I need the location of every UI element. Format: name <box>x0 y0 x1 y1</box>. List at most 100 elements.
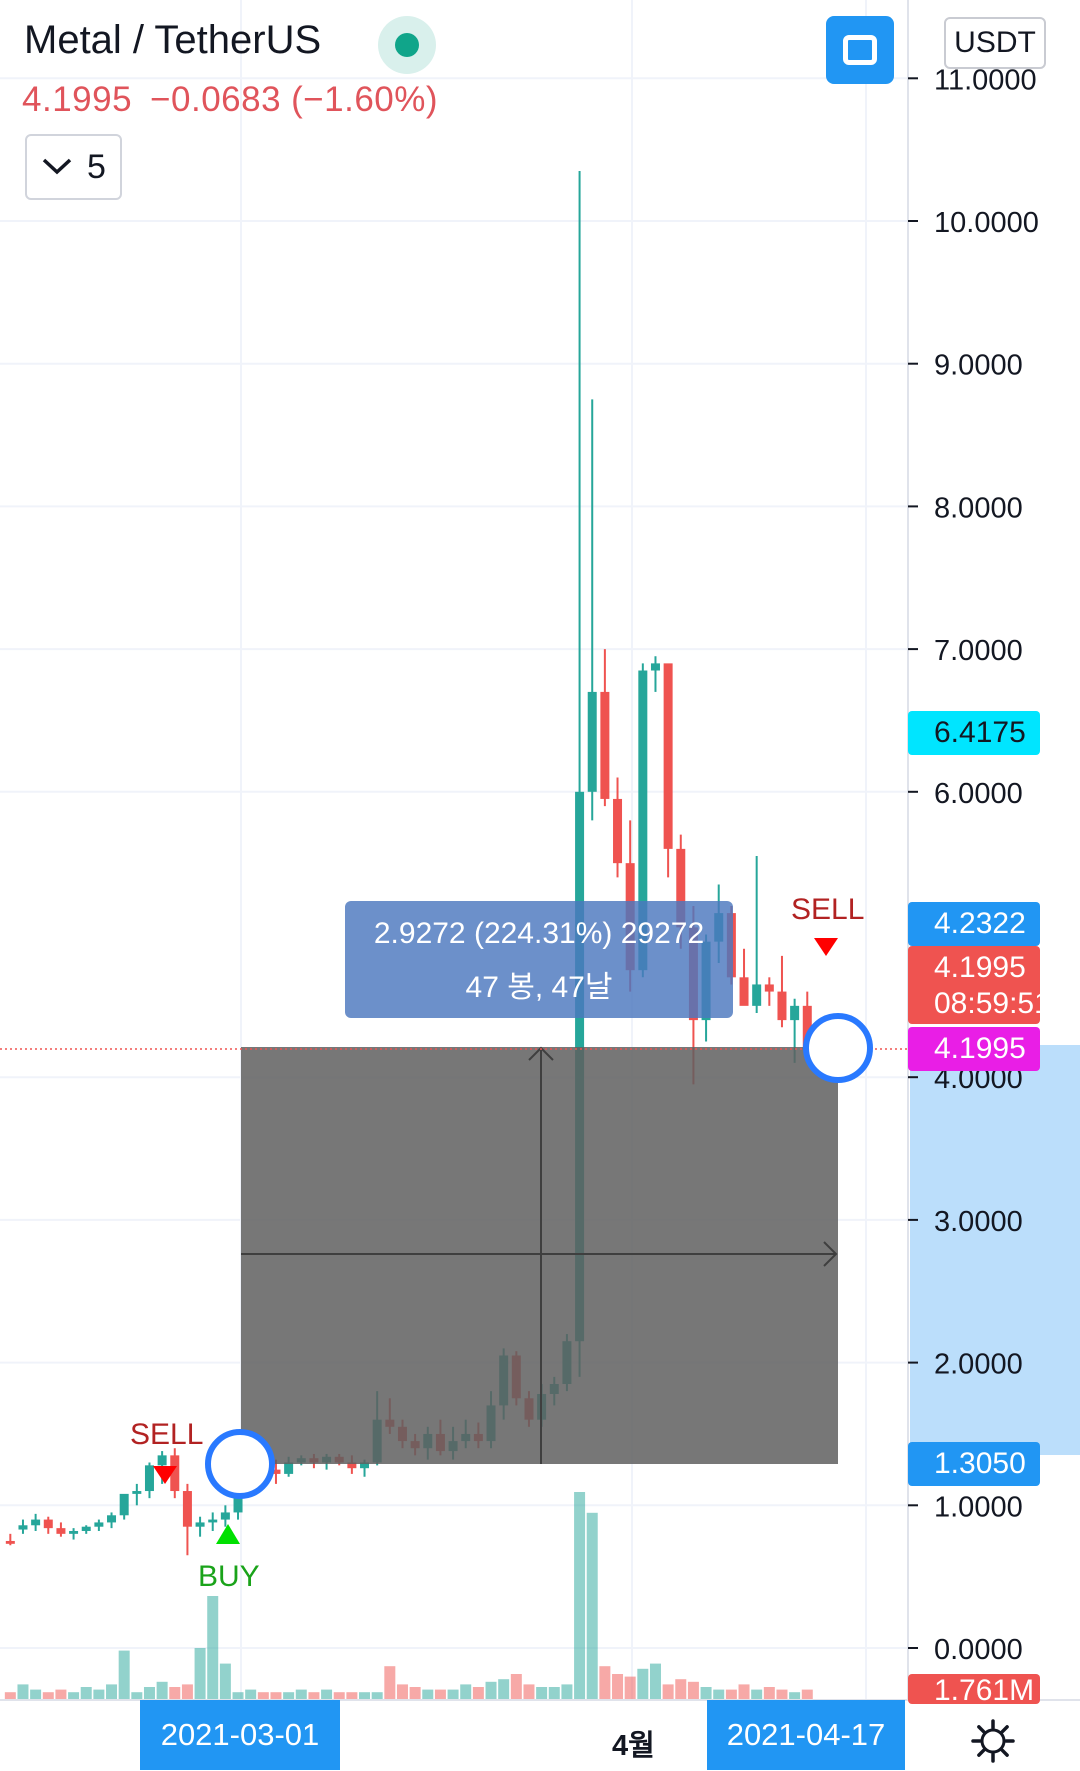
volume-bar <box>219 1663 231 1700</box>
volume-bar <box>257 1692 269 1700</box>
gear-icon[interactable] <box>970 1718 1016 1764</box>
volume-bar <box>371 1692 383 1700</box>
volume-bar <box>17 1684 29 1700</box>
volume-bar <box>308 1692 320 1700</box>
volume-tag: 1.761M <box>908 1674 1040 1704</box>
volume-bar <box>763 1687 775 1700</box>
volume-bar <box>460 1684 472 1700</box>
measure-delta: 2.9272 (224.31%) 29272 <box>373 917 705 950</box>
interval-value: 5 <box>87 147 106 186</box>
volume-bar <box>295 1689 307 1700</box>
sell-signal-label-2: SELL <box>791 893 865 926</box>
volume-bar <box>713 1689 725 1700</box>
volume-bar <box>536 1687 548 1700</box>
volume-bar <box>106 1684 118 1700</box>
price-tick-label: 10.0000 <box>934 207 1039 239</box>
volume-bar <box>422 1689 434 1700</box>
price-change-pct: (−1.60%) <box>291 80 439 119</box>
price-tick-label: 0.0000 <box>934 1634 1023 1666</box>
volume-bar <box>700 1687 712 1700</box>
volume-bar <box>409 1687 421 1700</box>
volume-bar <box>118 1650 130 1700</box>
sell-signal-label-1: SELL <box>130 1418 204 1451</box>
candle-body <box>94 1522 104 1527</box>
candle-body <box>208 1519 218 1523</box>
volume-bar <box>599 1666 611 1700</box>
volume-bar <box>586 1512 598 1700</box>
measure-box[interactable] <box>241 1047 838 1464</box>
volume-bar <box>384 1666 396 1700</box>
price-tick-label: 6.0000 <box>934 778 1023 810</box>
candle-body <box>56 1528 66 1534</box>
volume-bar <box>434 1689 446 1700</box>
candle-body <box>69 1530 79 1534</box>
candle-body <box>600 691 610 799</box>
measure-start-handle[interactable] <box>205 1429 275 1499</box>
candle-body <box>132 1491 142 1494</box>
volume-bar <box>472 1687 484 1700</box>
measure-end-handle[interactable] <box>803 1013 873 1083</box>
volume-bar <box>55 1689 67 1700</box>
candle-body <box>81 1526 91 1531</box>
price-tick-label: 7.0000 <box>934 635 1023 667</box>
price-tick-label: 1.0000 <box>934 1491 1023 1523</box>
volume-bar <box>725 1689 737 1700</box>
fullscreen-button[interactable] <box>826 16 894 84</box>
volume-bar <box>637 1668 649 1700</box>
volume-bar <box>346 1692 358 1700</box>
volume-bar <box>396 1684 408 1700</box>
selected-price-range <box>910 1045 1080 1455</box>
volume-bar <box>675 1679 687 1700</box>
candle-body <box>195 1522 205 1527</box>
candle-body <box>764 984 774 992</box>
volume-bar <box>624 1676 636 1700</box>
volume-bar <box>789 1692 801 1700</box>
price-tick-label: 9.0000 <box>934 350 1023 382</box>
interval-selector[interactable]: 5 <box>25 134 122 200</box>
measure-end-price-tag: 4.1995 <box>908 1027 1040 1071</box>
volume-bar <box>485 1681 497 1700</box>
volume-bar <box>574 1492 586 1700</box>
candle-body <box>790 1005 800 1021</box>
candle-body <box>739 977 749 1006</box>
time-axis-month-label: 4월 <box>612 1730 655 1762</box>
candle-body <box>182 1491 192 1527</box>
fullscreen-icon <box>843 35 877 65</box>
price-summary: 4.1995 −0.0683 (−1.60%) <box>22 80 456 120</box>
price-chart[interactable]: 11.0000 10.0000 9.0000 8.0000 7.0000 6.0000 4.… <box>0 0 1080 1771</box>
last-price-tag: 4.1995 08:59:51 <box>908 946 1051 1024</box>
price-tick-label: 8.0000 <box>934 492 1023 524</box>
volume-bar <box>498 1679 510 1700</box>
chevron-down-icon <box>41 152 73 183</box>
volume-bar <box>194 1648 206 1700</box>
volume-bar <box>42 1692 54 1700</box>
volume-bar <box>232 1692 244 1700</box>
market-status-indicator <box>378 16 436 74</box>
volume-bar <box>662 1684 674 1700</box>
volume-bar <box>283 1692 295 1700</box>
volume-bar <box>321 1689 333 1700</box>
symbol-title[interactable]: Metal / TetherUS <box>24 18 321 63</box>
volume-bar <box>649 1663 661 1700</box>
volume-bar <box>4 1692 16 1700</box>
volume-bar <box>156 1681 168 1700</box>
price-tick-label: 2.0000 <box>934 1349 1023 1381</box>
volume-bar <box>359 1692 371 1700</box>
volume-bar <box>561 1684 573 1700</box>
candle-body <box>18 1525 28 1530</box>
volume-bar <box>93 1689 105 1700</box>
volume-bar <box>169 1687 181 1700</box>
bar-countdown: 08:59:51 <box>934 987 1051 1020</box>
volume-bar <box>776 1689 788 1700</box>
volume-bar <box>612 1674 624 1700</box>
buy-signal-label-1: BUY <box>198 1560 260 1593</box>
candle-body <box>650 663 660 671</box>
volume-bar <box>751 1689 763 1700</box>
candle-body <box>777 991 787 1021</box>
candle-body <box>107 1515 117 1523</box>
currency-label[interactable]: USDT <box>944 17 1046 69</box>
volume-bar <box>207 1596 219 1700</box>
volume-bar <box>333 1692 345 1700</box>
time-axis-start-tag: 2021-03-01 <box>140 1700 340 1770</box>
volume-bar <box>68 1692 80 1700</box>
